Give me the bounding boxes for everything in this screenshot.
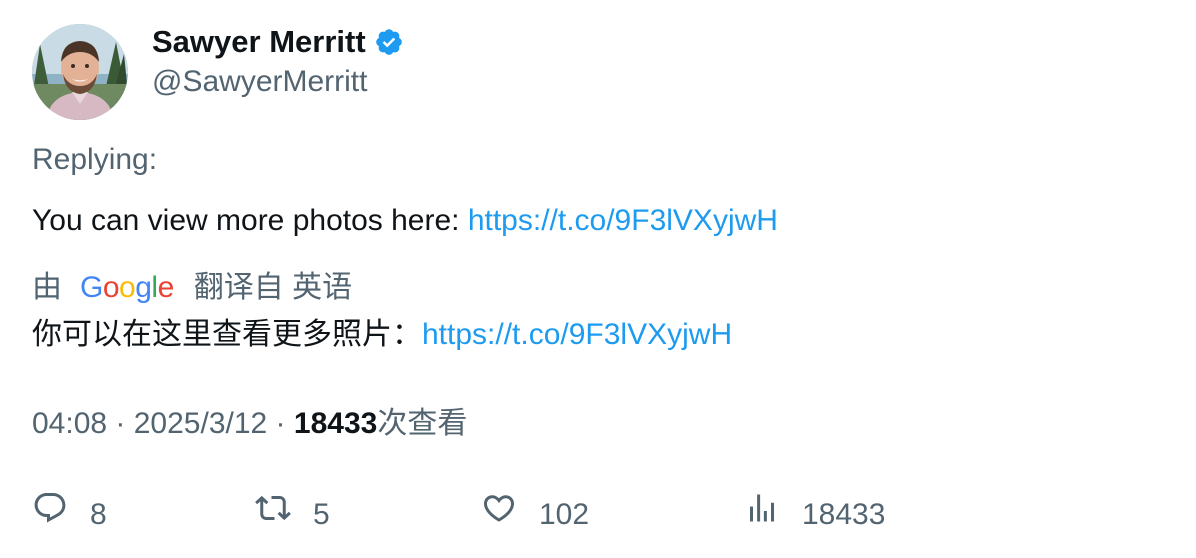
tweet-text-body: You can view more photos here: [32, 204, 468, 237]
retweet-count: 5 [313, 497, 330, 531]
views-action-count: 18433 [802, 497, 886, 531]
views-button[interactable]: 18433 [744, 490, 885, 539]
replying-label: Replying: [32, 143, 158, 176]
author-handle[interactable]: @SawyerMerritt [152, 62, 367, 102]
avatar[interactable] [32, 24, 128, 120]
tweet-text: You can view more photos here: https://t… [32, 201, 778, 241]
translated-link[interactable]: https://t.co/9F3lVXyjwH [422, 318, 732, 351]
tweet-meta: 04:08 · 2025/3/12 · 18433次查看 [32, 404, 467, 444]
tweet-link[interactable]: https://t.co/9F3lVXyjwH [468, 204, 778, 237]
translated-text-body: 你可以在这里查看更多照片： [32, 318, 422, 351]
author-name[interactable]: Sawyer Merritt [152, 22, 366, 62]
like-button[interactable]: 102 [481, 490, 589, 539]
retweet-icon [255, 490, 313, 539]
translation-attribution: 由 Google 翻译自 英语 [32, 268, 352, 308]
reply-bubble-icon [32, 490, 90, 539]
meta-separator: · [107, 407, 134, 440]
action-bar: 8 5 102 18433 [0, 490, 1196, 534]
verified-badge-icon[interactable] [374, 27, 404, 57]
meta-separator-2: · [267, 407, 294, 440]
translated-text: 你可以在这里查看更多照片：https://t.co/9F3lVXyjwH [32, 315, 732, 355]
reply-count: 8 [90, 497, 107, 531]
like-count: 102 [539, 497, 590, 531]
author-name-row: Sawyer Merritt [152, 22, 404, 62]
heart-icon [481, 490, 539, 539]
reply-button[interactable]: 8 [32, 490, 107, 539]
tweet-date[interactable]: 2025/3/12 [134, 407, 267, 440]
views-label: 次查看 [377, 407, 468, 440]
retweet-button[interactable]: 5 [255, 490, 330, 539]
analytics-bars-icon [744, 490, 802, 539]
views-count: 18433 [293, 407, 378, 440]
translation-suffix: 翻译自 英语 [193, 271, 353, 304]
tweet-time[interactable]: 04:08 [32, 407, 107, 440]
translation-prefix: 由 [32, 271, 62, 304]
google-logo: Google [80, 271, 174, 304]
